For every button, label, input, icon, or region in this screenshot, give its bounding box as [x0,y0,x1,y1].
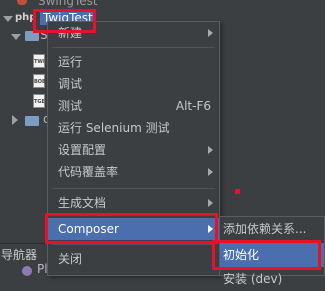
menu-separator [52,188,215,189]
menu-item-close[interactable]: 关闭 [48,248,219,270]
navigator-panel: 导航器 Pl [0,243,48,277]
submenu-arrow-icon [208,146,213,154]
shortcut-label: Alt-F6 [175,99,211,113]
submenu-arrow-icon [208,168,213,176]
highlight-box-init [212,240,321,270]
menu-item-generate-docs[interactable]: 生成文档 [48,192,219,214]
menu-item-debug[interactable]: 调试 [48,73,219,95]
navigator-tab[interactable]: 导航器 [1,246,37,263]
expand-arrow-icon[interactable] [11,34,21,40]
tree-item-label: SwingTest [38,0,98,8]
php-file-icon [22,266,32,276]
submenu-arrow-icon [208,199,213,207]
submenu-item-add-dependency[interactable]: 添加依赖关系... [220,217,324,241]
menu-item-run[interactable]: 运行 [48,51,219,73]
menu-item-code-coverage[interactable]: 代码覆盖率 [48,161,219,183]
twig-file-icon: TGE [33,94,45,108]
menu-item-set-configuration[interactable]: 设置配置 [48,139,219,161]
highlight-box-composer [45,213,218,244]
highlight-box-project [33,9,96,33]
submenu-item-install-dev[interactable]: 安装 (dev) [220,267,324,291]
menu-separator [52,244,215,245]
twig-file-icon: BOB [33,74,46,88]
red-marker [235,189,240,194]
menu-item-test[interactable]: 测试 Alt-F6 [48,95,219,117]
collapse-arrow-icon[interactable] [12,115,18,125]
menu-separator [52,47,215,48]
folder-icon [25,116,39,126]
expand-arrow-icon[interactable] [3,16,13,22]
navigator-item-label: Pl [37,262,48,276]
menu-item-run-selenium-test[interactable]: 运行 Selenium 测试 [48,117,219,139]
cup-icon [17,0,27,5]
twig-file-icon: TWIG [33,54,49,68]
submenu-arrow-icon [208,29,213,37]
